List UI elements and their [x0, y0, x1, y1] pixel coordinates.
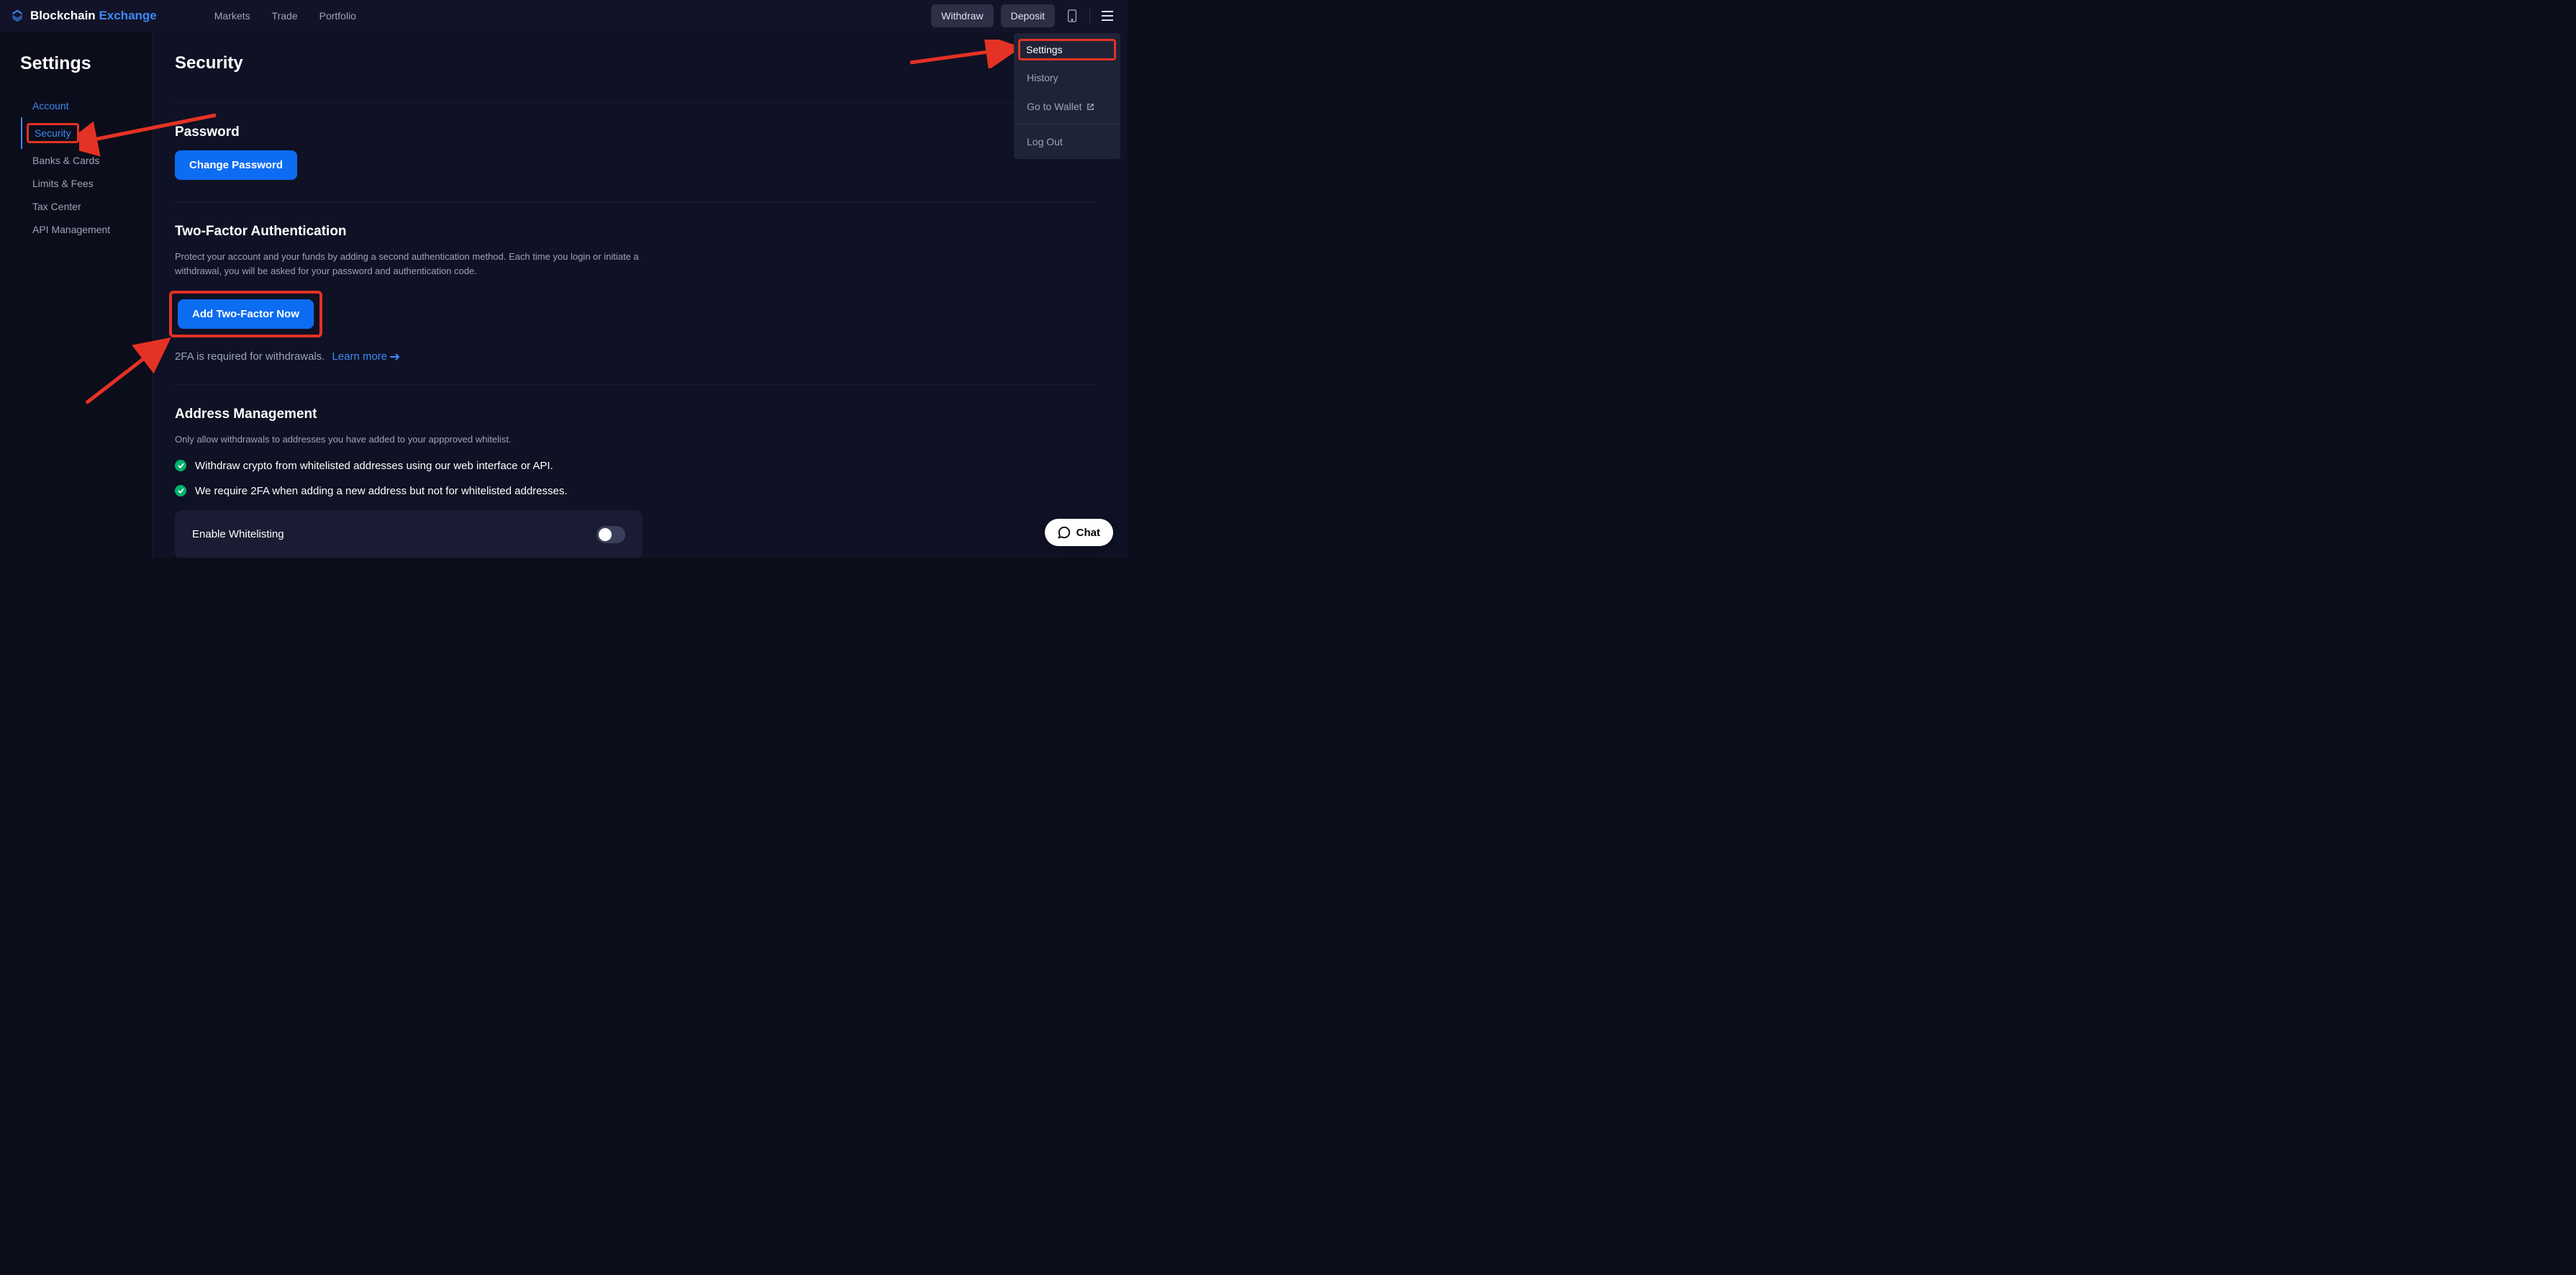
mobile-icon[interactable] [1062, 6, 1082, 26]
nav-trade[interactable]: Trade [272, 10, 298, 22]
address-bullet-1: Withdraw crypto from whitelisted address… [175, 460, 1096, 472]
dropdown-wallet[interactable]: Go to Wallet [1014, 92, 1120, 121]
dropdown-menu: Settings History Go to Wallet Log Out [1014, 33, 1120, 159]
sidebar-item-api[interactable]: API Management [21, 218, 153, 241]
learn-more-link[interactable]: Learn more [332, 350, 400, 363]
add-twofactor-button[interactable]: Add Two-Factor Now [178, 299, 314, 329]
twofa-note: 2FA is required for withdrawals. Learn m… [175, 350, 1096, 363]
sidebar-item-account[interactable]: Account [21, 94, 153, 117]
section-address: Address Management Only allow withdrawal… [175, 384, 1096, 558]
main: Security Password Change Password Two-Fa… [153, 32, 1128, 558]
body: Settings Account Security Banks & Cards … [0, 32, 1128, 558]
change-password-button[interactable]: Change Password [175, 150, 297, 180]
section-twofa: Two-Factor Authentication Protect your a… [175, 201, 1096, 384]
nav-markets[interactable]: Markets [214, 10, 250, 22]
address-heading: Address Management [175, 407, 1096, 422]
twofa-desc: Protect your account and your funds by a… [175, 250, 643, 278]
topbar-right: Withdraw Deposit [931, 4, 1117, 27]
chat-icon [1058, 526, 1071, 539]
address-desc: Only allow withdrawals to addresses you … [175, 432, 643, 447]
twofa-heading: Two-Factor Authentication [175, 224, 1096, 240]
external-link-icon [1087, 103, 1094, 111]
nav-main: Markets Trade Portfolio [214, 10, 356, 22]
dropdown-logout[interactable]: Log Out [1014, 127, 1120, 156]
page-title: Security [175, 53, 1096, 73]
sidebar-item-banks[interactable]: Banks & Cards [21, 149, 153, 172]
whitelist-toggle-label: Enable Whitelisting [192, 528, 284, 540]
section-password: Password Change Password [175, 102, 1096, 201]
brand-text: Blockchain Exchange [30, 9, 157, 23]
chat-button[interactable]: Chat [1045, 519, 1113, 546]
divider [1089, 9, 1090, 23]
sidebar-title: Settings [20, 53, 153, 74]
sidebar-item-tax[interactable]: Tax Center [21, 195, 153, 218]
side-list: Account Security Banks & Cards Limits & … [20, 94, 153, 241]
nav-portfolio[interactable]: Portfolio [319, 10, 356, 22]
password-heading: Password [175, 124, 1096, 140]
dropdown-history[interactable]: History [1014, 63, 1120, 92]
hamburger-icon[interactable] [1097, 6, 1117, 26]
whitelist-toggle-card: Enable Whitelisting [175, 510, 643, 558]
sidebar-item-security[interactable]: Security [21, 117, 153, 149]
dropdown-settings[interactable]: Settings [1018, 39, 1116, 60]
deposit-button[interactable]: Deposit [1001, 4, 1055, 27]
logo-icon [10, 9, 24, 23]
logo[interactable]: Blockchain Exchange [10, 9, 157, 23]
address-bullet-2: We require 2FA when adding a new address… [175, 485, 1096, 497]
sidebar: Settings Account Security Banks & Cards … [0, 32, 153, 558]
whitelist-toggle[interactable] [597, 526, 625, 543]
topbar: Blockchain Exchange Markets Trade Portfo… [0, 0, 1128, 32]
check-icon [175, 460, 186, 471]
arrow-right-icon [390, 353, 400, 361]
sidebar-item-limits[interactable]: Limits & Fees [21, 172, 153, 195]
check-icon [175, 485, 186, 496]
withdraw-button[interactable]: Withdraw [931, 4, 993, 27]
twofa-highlight: Add Two-Factor Now [169, 291, 322, 337]
